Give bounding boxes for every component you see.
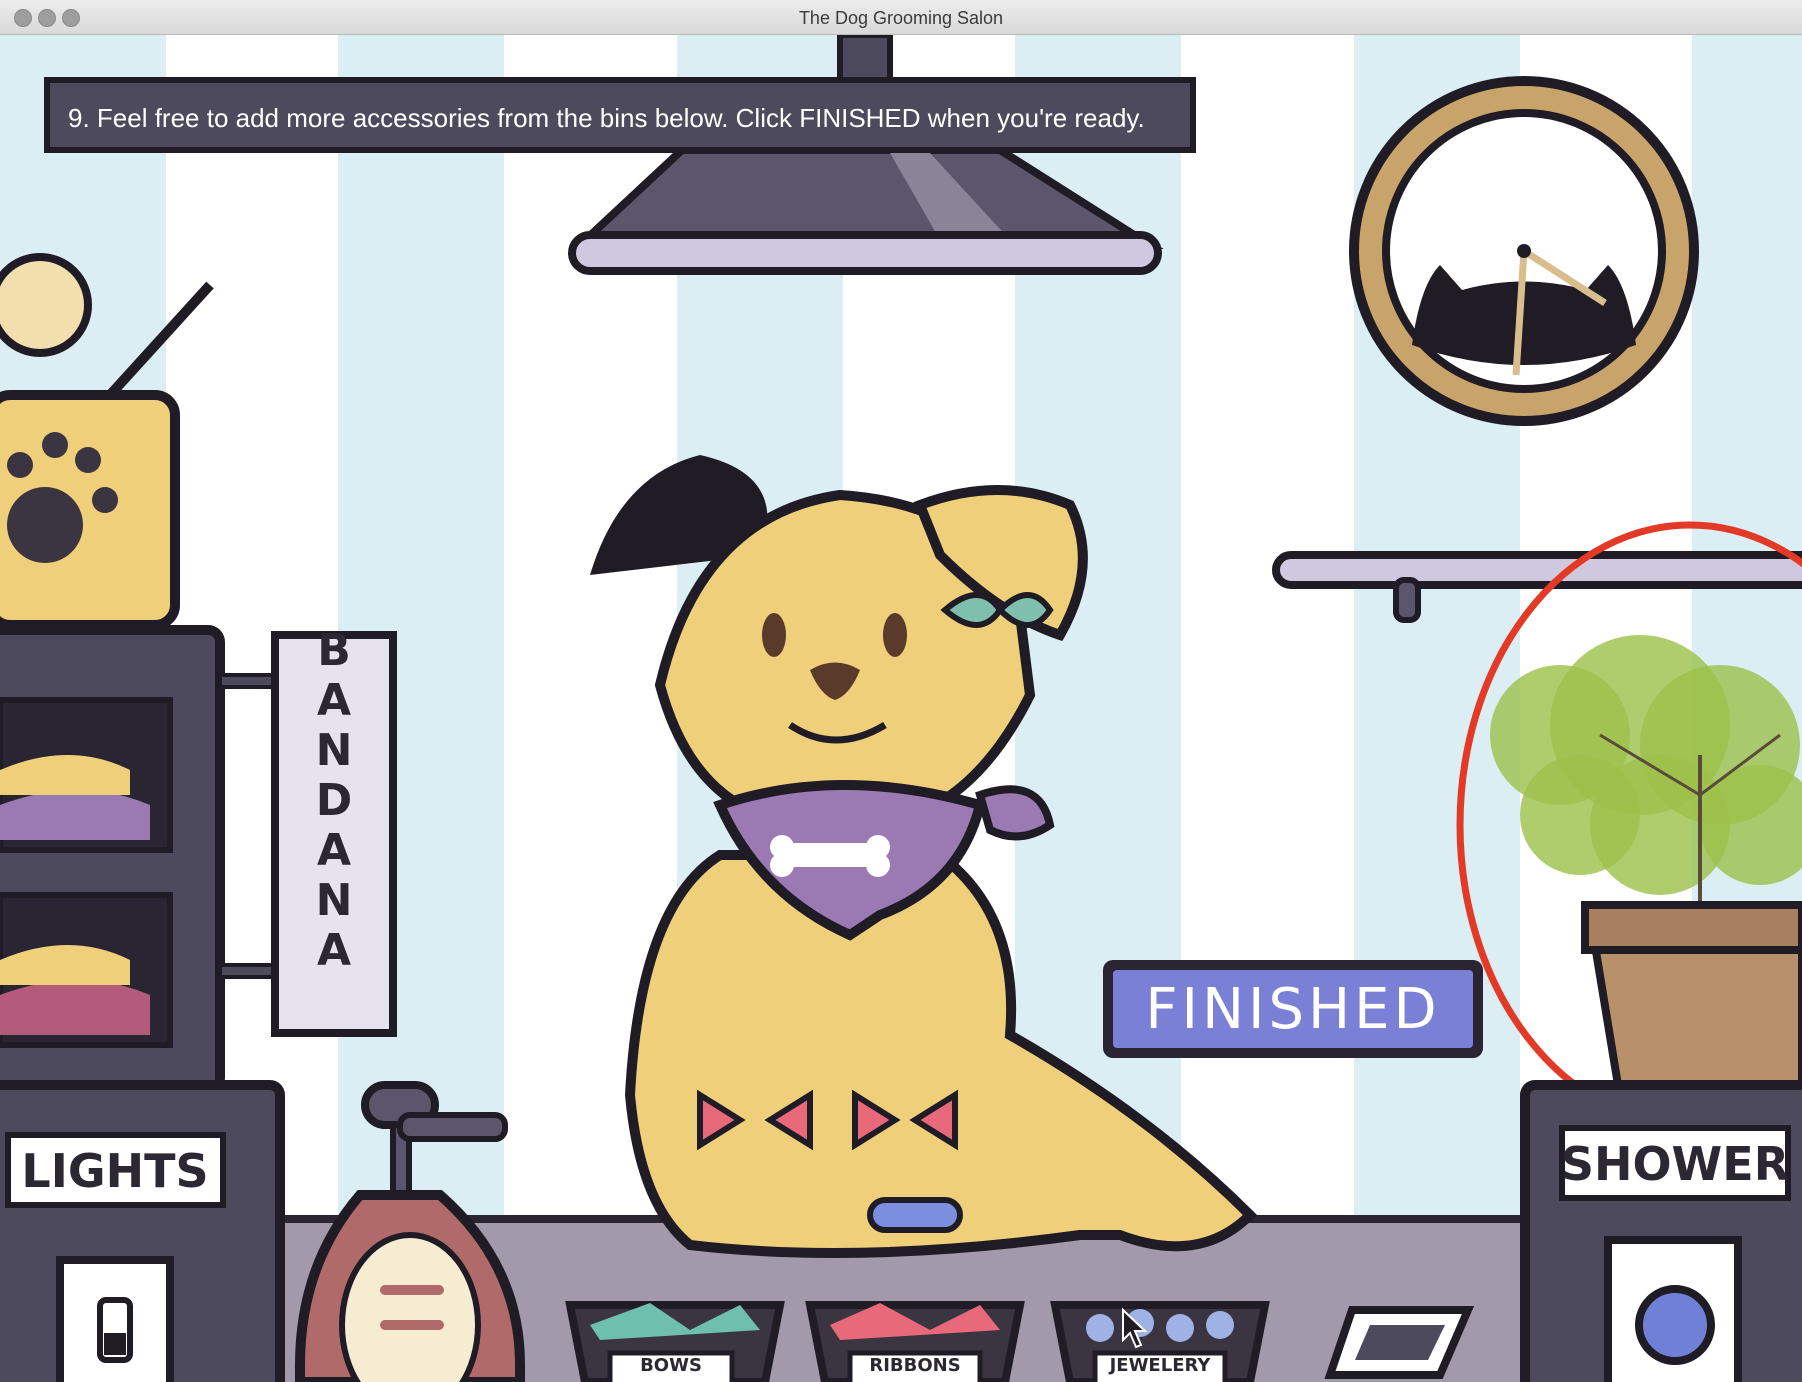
wall-shelf bbox=[1272, 551, 1802, 623]
bin-label: BOWS bbox=[640, 1355, 702, 1376]
finished-button-label: FINISHED bbox=[1145, 976, 1441, 1042]
bandana-sign-letter: N bbox=[316, 725, 353, 776]
ceiling-lamp bbox=[568, 35, 1164, 275]
shampoo-bottle[interactable] bbox=[295, 1081, 525, 1382]
potted-plant[interactable] bbox=[1490, 635, 1802, 1089]
title-bar: The Dog Grooming Salon bbox=[0, 0, 1802, 35]
bin-bows[interactable]: BOWS bbox=[565, 1301, 785, 1382]
bandana-sign-text: BANDANA bbox=[316, 625, 353, 976]
scene-art: BANDANA LIGHTS SHOWER BOWS RIBBONS JEWEL… bbox=[0, 35, 1802, 1382]
instruction-banner: 9. Feel free to add more accessories fro… bbox=[44, 77, 1196, 153]
bin-label: RIBBONS bbox=[869, 1355, 960, 1376]
bandana-sign-letter: A bbox=[317, 675, 351, 726]
shower-sign-text: SHOWER bbox=[1561, 1137, 1789, 1191]
bandana-sign-letter: D bbox=[316, 775, 353, 826]
bandana-sign-letter: N bbox=[316, 875, 353, 926]
bandana-sign-letter: B bbox=[317, 625, 351, 676]
grooming-tools-cup[interactable] bbox=[0, 253, 214, 630]
bin-jewelery[interactable]: JEWELERY bbox=[1050, 1301, 1270, 1382]
bandana-sign-letter: A bbox=[317, 825, 351, 876]
finished-button[interactable]: FINISHED bbox=[1103, 960, 1483, 1058]
shower-control-box[interactable]: SHOWER bbox=[1520, 1080, 1802, 1382]
lights-switch-box[interactable]: LIGHTS bbox=[0, 1080, 285, 1382]
window-title: The Dog Grooming Salon bbox=[798, 8, 1004, 28]
bin-ribbons[interactable]: RIBBONS bbox=[805, 1301, 1025, 1382]
instruction-text: 9. Feel free to add more accessories fro… bbox=[68, 103, 1145, 133]
bin-label: JEWELERY bbox=[1108, 1355, 1212, 1376]
lights-sign-text: LIGHTS bbox=[21, 1144, 208, 1198]
cat-clock[interactable] bbox=[1349, 76, 1699, 426]
bandana-sign-letter: A bbox=[317, 925, 351, 976]
dog-character[interactable] bbox=[590, 455, 1258, 1258]
game-window: The Dog Grooming Salon B A N D A N A LIG… bbox=[0, 0, 1802, 1382]
salon-scene: BANDANA LIGHTS SHOWER BOWS RIBBONS JEWEL… bbox=[0, 35, 1802, 1382]
floor-vent bbox=[1324, 1306, 1475, 1379]
finished-button-face[interactable]: FINISHED bbox=[1113, 970, 1473, 1048]
bandana-cabinet[interactable]: BANDANA bbox=[0, 625, 397, 1095]
